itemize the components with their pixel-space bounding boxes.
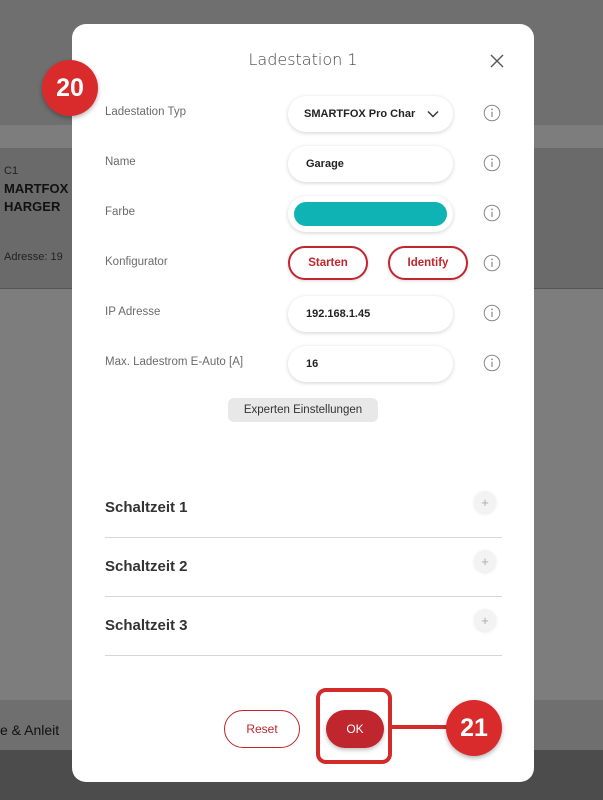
row-color: Farbe [72,194,534,234]
max-current-input[interactable]: 16 [288,346,453,382]
info-icon[interactable] [483,104,501,122]
background-card-line2: MARTFOX [4,181,69,196]
ip-address-label: IP Adresse [105,306,161,318]
schedule-title: Schaltzeit 2 [105,558,188,575]
ip-address-value: 192.168.1.45 [306,308,371,320]
close-button[interactable] [482,46,512,76]
schedule-section-2[interactable]: Schaltzeit 2 + [105,538,502,597]
schedule-title: Schaltzeit 1 [105,499,188,516]
callout-line [391,725,451,729]
background-footer-text: e & Anleit [0,722,60,738]
plus-icon[interactable]: + [474,491,496,513]
info-icon[interactable] [483,304,501,322]
row-ip-address: IP Adresse 192.168.1.45 [72,294,534,334]
schedule-section-1[interactable]: Schaltzeit 1 + [105,479,502,538]
charger-type-label: Ladestation Typ [105,106,186,118]
identify-button[interactable]: Identify [388,246,468,280]
dialog-title: Ladestation 1 [248,50,358,69]
info-icon[interactable] [483,354,501,372]
max-current-label: Max. Ladestrom E-Auto [A] [105,356,244,368]
start-button[interactable]: Starten [288,246,368,280]
name-input[interactable]: Garage [288,146,453,182]
schedule-section-3[interactable]: Schaltzeit 3 + [105,597,502,656]
ok-highlight-box [316,688,392,764]
name-value: Garage [306,158,344,170]
charger-type-value: SMARTFOX Pro Char [304,108,416,120]
plus-icon[interactable]: + [474,609,496,631]
color-picker[interactable] [288,196,453,232]
info-icon[interactable] [483,204,501,222]
charger-settings-dialog: Ladestation 1 Ladestation Typ SMARTFOX P… [72,24,534,782]
max-current-value: 16 [306,358,319,370]
row-name: Name Garage [72,144,534,184]
row-max-current: Max. Ladestrom E-Auto [A] 16 [72,344,534,384]
info-icon[interactable] [483,254,501,272]
color-label: Farbe [105,206,136,218]
name-label: Name [105,156,136,168]
close-icon [490,54,504,68]
background-card-line1: C1 [4,165,19,177]
chevron-down-icon [427,111,439,118]
reset-button[interactable]: Reset [224,710,300,748]
plus-icon[interactable]: + [474,550,496,572]
background-card-line3: HARGER [4,199,61,214]
row-configurator: Konfigurator Starten Identify [72,244,534,284]
background-card-address: Adresse: 19 [4,251,63,263]
ip-address-input[interactable]: 192.168.1.45 [288,296,453,332]
expert-settings-button[interactable]: Experten Einstellungen [228,398,378,422]
info-icon[interactable] [483,154,501,172]
step-marker-21: 21 [446,700,502,756]
charger-type-select[interactable]: SMARTFOX Pro Char [288,96,453,132]
row-charger-type: Ladestation Typ SMARTFOX Pro Char [72,94,534,134]
schedule-title: Schaltzeit 3 [105,617,188,634]
color-swatch [294,202,447,226]
step-marker-20: 20 [42,60,98,116]
configurator-label: Konfigurator [105,256,168,268]
